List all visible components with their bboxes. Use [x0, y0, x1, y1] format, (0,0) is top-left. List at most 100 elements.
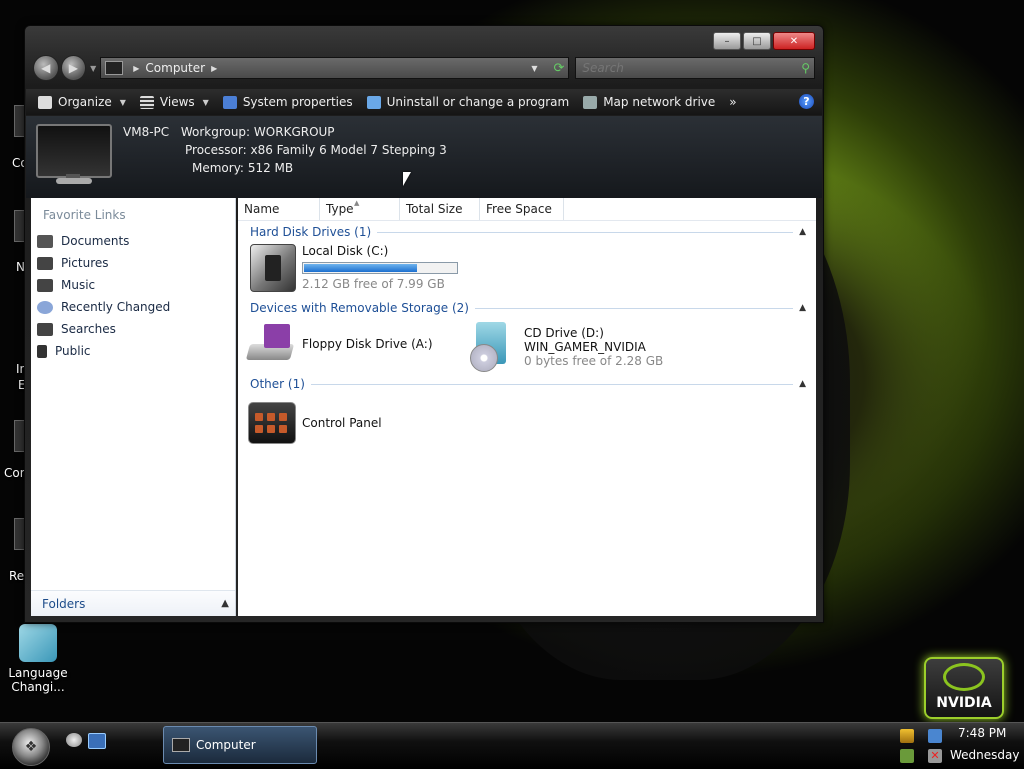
computer-name: VM8-PC [123, 125, 170, 139]
item-control-panel[interactable]: Control Panel [248, 402, 382, 444]
chevron-up-icon[interactable]: ▲ [799, 303, 806, 313]
desktop-icon-label[interactable]: Cor [4, 466, 25, 480]
nvidia-logo: NVIDIA [924, 657, 1004, 719]
group-header-hard-disk-drives[interactable]: Hard Disk Drives (1) ▲ [250, 225, 806, 239]
computer-icon [105, 61, 124, 75]
fav-link-label: Searches [61, 322, 116, 336]
fav-link-public[interactable]: Public [37, 344, 91, 358]
search-box[interactable]: ⚲ [575, 57, 815, 79]
more-commands-icon: » [729, 95, 737, 109]
taskbar-button-computer[interactable]: Computer [163, 726, 317, 764]
help-button[interactable]: ? [799, 94, 814, 109]
drive-volume-label: WIN_GAMER_NVIDIA [524, 340, 646, 354]
window-controls: – □ ✕ [713, 32, 815, 50]
desktop-icon-label: Language Changi... [8, 666, 68, 694]
fav-link-label: Music [61, 278, 96, 292]
tray-app-icon[interactable] [900, 749, 914, 763]
recently-changed-icon [37, 300, 53, 314]
column-type[interactable]: ▲ Type [320, 198, 400, 220]
chevron-up-icon: ▲ [221, 598, 229, 609]
address-dropdown-icon[interactable]: ▼ [531, 64, 537, 73]
maximize-button[interactable]: □ [743, 32, 771, 50]
more-commands-button[interactable]: » [729, 95, 736, 109]
fav-link-searches[interactable]: Searches [37, 322, 116, 336]
start-button[interactable]: ❖ [12, 728, 50, 766]
drive-name: CD Drive (D:) [524, 326, 604, 340]
minimize-button[interactable]: – [713, 32, 741, 50]
security-shield-icon[interactable] [900, 729, 914, 743]
fav-link-recently-changed[interactable]: Recently Changed [37, 300, 170, 314]
network-icon[interactable] [928, 729, 942, 743]
hard-drive-icon [250, 244, 296, 292]
mouse-pointer-icon [403, 172, 411, 186]
uninstall-icon [366, 95, 381, 109]
fav-link-label: Recently Changed [61, 300, 171, 314]
close-button[interactable]: ✕ [773, 32, 815, 50]
drive-cd-d[interactable]: CD Drive (D:) WIN_GAMER_NVIDIA 0 bytes f… [470, 322, 663, 372]
memory-label: Memory: [192, 161, 244, 175]
arrow-right-icon: ▶ [68, 61, 78, 75]
volume-muted-icon[interactable]: ✕ [928, 749, 942, 763]
forward-button[interactable]: ▶ [60, 55, 87, 81]
memory-value: 512 MB [247, 161, 294, 175]
drive-name: Local Disk (C:) [302, 244, 389, 258]
fav-link-documents[interactable]: Documents [37, 234, 129, 248]
group-title: Other (1) [250, 377, 305, 391]
system-properties-label: System properties [242, 95, 353, 109]
uninstall-label: Uninstall or change a program [386, 95, 570, 109]
explorer-window[interactable]: – □ ✕ ◀ ▶ ▼ ▶ Computer ▶ ▼ ⟳ ⚲ Organize … [24, 25, 824, 623]
organize-label: Organize [58, 95, 112, 109]
details-pane: VM8-PC Workgroup: WORKGROUP Processor: x… [26, 116, 822, 198]
disk-usage-bar [302, 262, 458, 274]
fav-link-music[interactable]: Music [37, 278, 95, 292]
pictures-icon [37, 256, 53, 270]
recent-pages-dropdown[interactable]: ▼ [90, 64, 96, 73]
desktop-icon-language[interactable]: Language Changi... [8, 624, 68, 694]
column-name[interactable]: Name [238, 198, 320, 220]
arrow-left-icon: ◀ [41, 61, 51, 75]
breadcrumb-computer[interactable]: Computer [145, 61, 205, 75]
system-properties-button[interactable]: System properties [222, 95, 353, 109]
clock-day[interactable]: Wednesday [950, 748, 1019, 762]
windows-logo-icon: ❖ [24, 739, 38, 755]
desktop-icon-label[interactable]: Re [9, 569, 24, 583]
breadcrumb-separator-icon[interactable]: ▶ [211, 64, 217, 73]
column-total-size[interactable]: Total Size [400, 198, 480, 220]
group-header-removable-storage[interactable]: Devices with Removable Storage (2) ▲ [250, 301, 806, 315]
command-bar: Organize ▼ Views ▼ System properties Uni… [26, 89, 822, 115]
floppy-drive-icon [245, 324, 296, 364]
map-network-drive-button[interactable]: Map network drive [583, 95, 715, 109]
search-icon[interactable]: ⚲ [801, 61, 810, 75]
uninstall-program-button[interactable]: Uninstall or change a program [366, 95, 570, 109]
group-title: Devices with Removable Storage (2) [250, 301, 469, 315]
quick-launch-switch-windows-icon[interactable] [88, 733, 106, 749]
quick-launch-show-desktop-icon[interactable] [66, 733, 82, 747]
views-button[interactable]: Views ▼ [139, 95, 209, 109]
sort-ascending-icon: ▲ [354, 199, 360, 207]
breadcrumb-separator-icon[interactable]: ▶ [133, 64, 139, 73]
chevron-up-icon[interactable]: ▲ [799, 379, 806, 389]
group-header-other[interactable]: Other (1) ▲ [250, 377, 806, 391]
computer-monitor-icon [36, 124, 112, 178]
fav-link-pictures[interactable]: Pictures [37, 256, 109, 270]
organize-button[interactable]: Organize ▼ [38, 95, 126, 109]
disk-usage-fill [304, 264, 418, 272]
refresh-icon[interactable]: ⟳ [554, 61, 565, 76]
views-icon [139, 95, 154, 109]
drive-free-space: 0 bytes free of 2.28 GB [524, 354, 664, 368]
fav-link-label: Public [55, 344, 91, 358]
drive-floppy-a[interactable]: Floppy Disk Drive (A:) [245, 324, 433, 364]
computer-icon [172, 738, 190, 752]
language-settings-icon [19, 624, 57, 662]
column-free-space[interactable]: Free Space [480, 198, 564, 220]
clock-time[interactable]: 7:48 PM [958, 726, 1006, 740]
workgroup-label: Workgroup: [180, 125, 251, 139]
folders-toggle[interactable]: Folders ▲ [31, 590, 235, 616]
chevron-up-icon[interactable]: ▲ [799, 227, 806, 237]
address-bar[interactable]: ▶ Computer ▶ ▼ ⟳ [100, 57, 570, 79]
favorite-links-heading: Favorite Links [43, 208, 126, 222]
drive-local-disk-c[interactable]: Local Disk (C:) 2.12 GB free of 7.99 GB [250, 244, 458, 292]
search-input[interactable] [580, 60, 802, 76]
folders-label: Folders [42, 596, 86, 611]
back-button[interactable]: ◀ [33, 55, 59, 81]
